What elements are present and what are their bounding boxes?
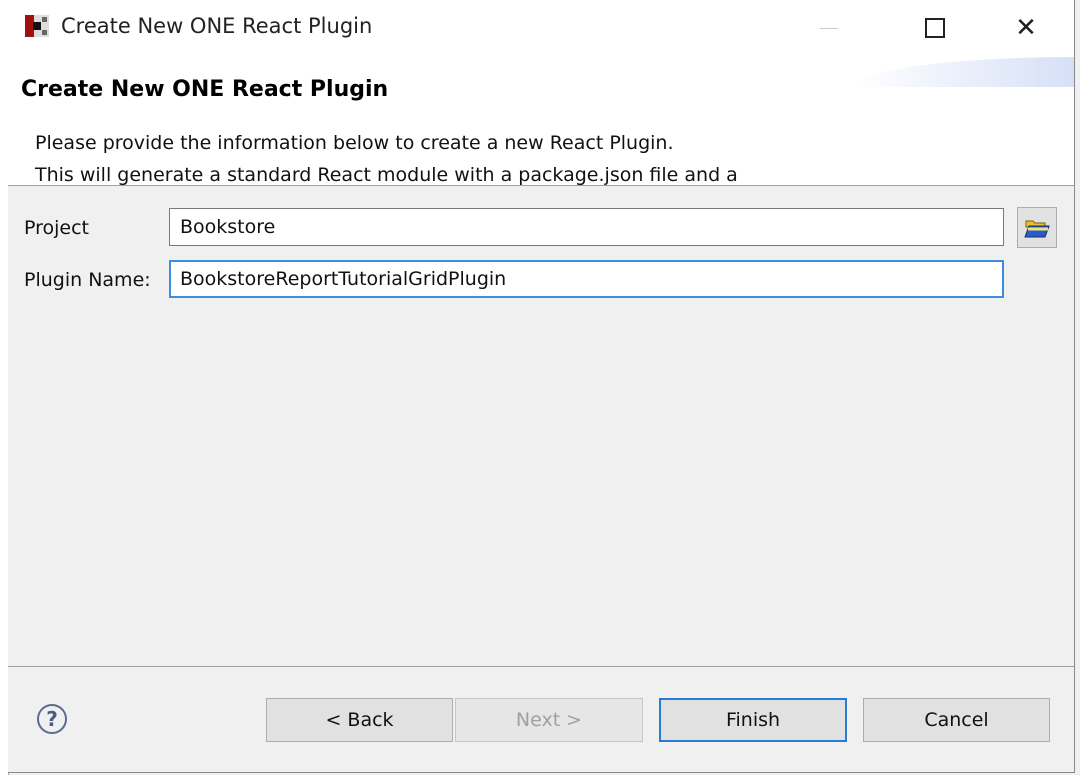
project-input[interactable]	[169, 208, 1004, 246]
close-button[interactable]: ✕	[1003, 8, 1049, 48]
page-description: Please provide the information below to …	[35, 127, 738, 191]
plugin-name-label: Plugin Name:	[24, 269, 151, 291]
divider	[8, 666, 1074, 667]
title-bar: Create New ONE React Plugin ✕	[8, 0, 1074, 55]
maximize-button[interactable]	[912, 8, 958, 48]
app-icon	[25, 15, 49, 37]
close-icon: ✕	[1015, 13, 1037, 43]
maximize-icon	[925, 18, 945, 38]
header-banner-decoration	[854, 57, 1074, 87]
project-label: Project	[24, 217, 90, 239]
next-button[interactable]: Next >	[455, 698, 643, 742]
page-title: Create New ONE React Plugin	[21, 77, 389, 102]
window-title: Create New ONE React Plugin	[61, 14, 373, 38]
description-line: Please provide the information below to …	[35, 132, 674, 154]
minimize-button[interactable]	[806, 8, 852, 48]
help-button[interactable]: ?	[37, 704, 67, 734]
finish-button[interactable]: Finish	[659, 698, 847, 742]
cancel-button[interactable]: Cancel	[863, 698, 1050, 742]
plugin-name-input[interactable]	[169, 260, 1004, 298]
back-button[interactable]: < Back	[266, 698, 453, 742]
dialog: Create New ONE React Plugin ✕ Create New…	[8, 0, 1075, 773]
browse-project-button[interactable]	[1017, 207, 1057, 248]
minimize-icon	[820, 27, 838, 29]
folder-open-icon	[1024, 220, 1050, 237]
wizard-header: Create New ONE React Plugin Please provi…	[8, 55, 1074, 186]
help-icon: ?	[46, 707, 58, 731]
description-line: This will generate a standard React modu…	[35, 164, 738, 186]
